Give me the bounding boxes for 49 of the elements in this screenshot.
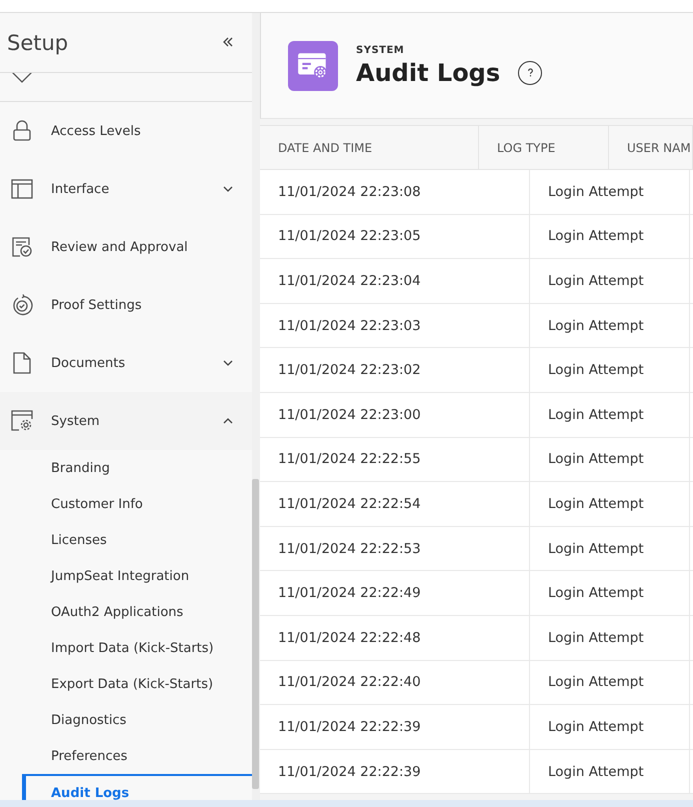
table-cell: Login Attempt: [530, 750, 690, 794]
table-cell: Login Attempt: [530, 705, 690, 749]
table-cell: 11/01/2024 22:23:05: [260, 214, 530, 258]
table-cell: 11/01/2024 22:23:03: [260, 304, 530, 348]
sidebar-item[interactable]: Documents: [0, 334, 252, 392]
sidebar-item[interactable]: Proof Settings: [0, 276, 252, 334]
table-cell: 11/01/2024 22:22:49: [260, 571, 530, 615]
column-header[interactable]: DATE AND TIME: [260, 126, 479, 169]
table-cell: 11/01/2024 22:23:04: [260, 259, 530, 303]
table-cell: Login Attempt: [530, 259, 690, 303]
table-cell: Login Attempt: [530, 392, 690, 437]
sidebar-subitem[interactable]: JumpSeat Integration: [0, 558, 252, 594]
sidebar-subitem[interactable]: OAuth2 Applications: [0, 594, 252, 630]
table-cell: Login Attempt: [530, 304, 690, 348]
table-cell: 11/01/2024 22:22:54: [260, 482, 530, 526]
sidebar-subitem[interactable]: Licenses: [0, 522, 252, 558]
table-cell: 11/01/2024 22:22:40: [260, 660, 530, 704]
column-header[interactable]: USER NAM: [609, 126, 693, 169]
sidebar-item[interactable]: System: [0, 392, 252, 450]
table-cell: Login Attempt: [530, 571, 690, 615]
table-cell: 11/01/2024 22:22:48: [260, 616, 530, 660]
table-cell: 11/01/2024 22:22:39: [260, 705, 530, 749]
table-cell: Login Attempt: [530, 348, 690, 392]
sidebar-subitem[interactable]: Branding: [0, 450, 252, 486]
table-cell: Login Attempt: [530, 170, 690, 214]
table-cell: Login Attempt: [530, 438, 690, 482]
sidebar-item[interactable]: Review and Approval: [0, 218, 252, 276]
table-cell: 11/01/2024 22:22:55: [260, 438, 530, 482]
table-cell: Login Attempt: [530, 616, 690, 660]
table-cell: 11/01/2024 22:23:02: [260, 348, 530, 392]
table-cell: Login Attempt: [530, 214, 690, 258]
sidebar-subitem[interactable]: Export Data (Kick-Starts): [0, 666, 252, 702]
sidebar-subitem[interactable]: Customer Info: [0, 486, 252, 522]
column-header[interactable]: LOG TYPE: [479, 126, 609, 169]
sidebar-item[interactable]: Access Levels: [0, 102, 252, 160]
table-cell: Login Attempt: [530, 660, 690, 704]
sidebar-subitem[interactable]: Diagnostics: [0, 702, 252, 738]
section-label: SYSTEM: [356, 44, 406, 56]
sidebar-subitem[interactable]: Preferences: [0, 738, 252, 774]
table-cell: 11/01/2024 22:22:39: [260, 750, 530, 794]
table-cell: 11/01/2024 22:22:53: [260, 526, 530, 570]
sidebar-title: Setup: [7, 30, 68, 54]
table-cell: Login Attempt: [530, 482, 690, 526]
sidebar-subitem[interactable]: Import Data (Kick-Starts): [0, 630, 252, 666]
table-cell: 11/01/2024 22:23:08: [260, 170, 530, 214]
sidebar-item[interactable]: Interface: [0, 160, 252, 218]
table-cell: Login Attempt: [530, 526, 690, 570]
table-cell: 11/01/2024 22:23:00: [260, 392, 530, 437]
page-title: Audit Logs: [356, 58, 500, 86]
